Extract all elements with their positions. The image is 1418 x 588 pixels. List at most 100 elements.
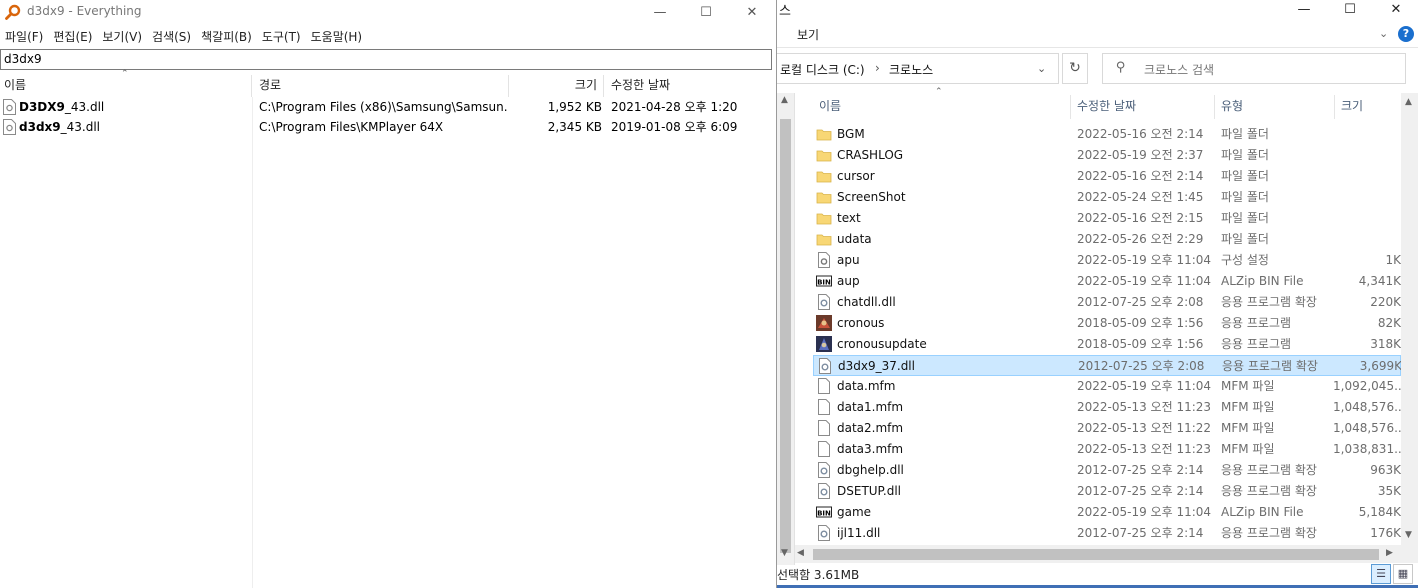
file-row[interactable]: data1.mfm 2022-05-13 오전 11:23 MFM 파일 1,048,… [813, 397, 1401, 418]
search-input[interactable]: d3dx9 [0, 49, 772, 70]
menu-bookmarks[interactable]: 책갈피(B) [196, 27, 257, 47]
vertical-scrollbar[interactable]: ▲ ▼ [1401, 93, 1418, 545]
everything-title-bar: d3dx9 - Everything — ☐ ✕ [0, 0, 776, 24]
file-row[interactable]: data.mfm 2022-05-19 오후 11:04 MFM 파일 1,092,0… [813, 376, 1401, 397]
file-row[interactable]: DSETUP.dll 2012-07-25 오후 2:14 응용 프로그램 확장 35… [813, 481, 1401, 502]
file-row[interactable]: ScreenShot 2022-05-24 오전 1:45 파일 폴더 [813, 187, 1401, 208]
file-row[interactable]: cronousupdate 2018-05-09 오후 1:56 응용 프로그램 31… [813, 334, 1401, 355]
horizontal-scroll-thumb[interactable] [813, 549, 1379, 560]
scroll-left-icon[interactable]: ◀ [797, 548, 804, 558]
menu-search[interactable]: 검색(S) [147, 27, 196, 47]
file-row[interactable]: dbghelp.dll 2012-07-25 오후 2:14 응용 프로그램 확장 9… [813, 460, 1401, 481]
file-date: 2022-05-24 오전 1:45 [1077, 190, 1204, 204]
file-type: 파일 폴더 [1221, 211, 1269, 225]
file-row[interactable]: text 2022-05-16 오전 2:15 파일 폴더 [813, 208, 1401, 229]
file-name: game [837, 505, 872, 519]
file-row[interactable]: udata 2022-05-26 오전 2:29 파일 폴더 [813, 229, 1401, 250]
dll-file-icon [816, 294, 832, 310]
file-row[interactable]: BGM 2022-05-16 오전 2:14 파일 폴더 [813, 124, 1401, 145]
help-icon[interactable]: ? [1398, 26, 1414, 42]
blank-file-icon [816, 420, 832, 436]
scroll-up-icon[interactable]: ▲ [1405, 97, 1412, 107]
window-title: d3dx9 - Everything [27, 4, 142, 18]
breadcrumb-folder[interactable]: 크로노스 [889, 61, 933, 78]
file-size: 1K [1385, 253, 1401, 267]
maximize-button[interactable]: ☐ [683, 0, 729, 24]
dll-file-icon [3, 99, 16, 115]
file-date: 2022-05-13 오전 11:23 [1077, 442, 1212, 456]
file-date: 2022-05-19 오후 11:04 [1077, 379, 1212, 393]
scroll-up-icon[interactable]: ▲ [781, 95, 788, 105]
menu-edit[interactable]: 편집(E) [48, 27, 97, 47]
file-date: 2022-05-16 오전 2:14 [1077, 169, 1204, 183]
file-row[interactable]: data3.mfm 2022-05-13 오전 11:23 MFM 파일 1,038,… [813, 439, 1401, 460]
menu-view[interactable]: 보기(V) [97, 27, 147, 47]
large-icons-view-icon[interactable]: ▦ [1393, 564, 1413, 584]
file-date: 2012-07-25 오후 2:14 [1077, 463, 1204, 477]
app-icon [816, 315, 832, 331]
file-row[interactable]: BIN game 2022-05-19 오후 11:04 ALZip BIN File… [813, 502, 1401, 523]
file-name: cronous [837, 316, 885, 330]
file-type: 파일 폴더 [1221, 232, 1269, 246]
scroll-down-icon[interactable]: ▼ [1405, 530, 1412, 540]
file-row-selected[interactable]: d3dx9_37.dll 2012-07-25 오후 2:08 응용 프로그램 확장… [813, 355, 1402, 376]
ribbon-tab-view[interactable]: 보기 [797, 26, 819, 43]
search-icon: ⚲ [1116, 60, 1126, 75]
menu-help[interactable]: 도움말(H) [306, 27, 368, 47]
svg-text:BIN: BIN [817, 509, 831, 517]
refresh-button[interactable]: ↻ [1062, 53, 1088, 84]
navigation-pane-scrollbar[interactable]: ▲ ▼ [777, 93, 795, 565]
file-row[interactable]: ijl11.dll 2012-07-25 오후 2:14 응용 프로그램 확장 176… [813, 523, 1401, 544]
result-row[interactable]: D3DX9_43.dll C:\Program Files (x86)\Sams… [0, 97, 776, 117]
file-type: ALZip BIN File [1221, 274, 1304, 288]
details-view-icon[interactable]: ☰ [1371, 564, 1391, 584]
blank-file-icon [816, 441, 832, 457]
file-row[interactable]: cursor 2022-05-16 오전 2:14 파일 폴더 [813, 166, 1401, 187]
minimize-button[interactable]: — [1281, 0, 1327, 18]
close-button[interactable]: ✕ [729, 0, 775, 24]
file-size: 318K [1370, 337, 1401, 351]
file-date: 2012-07-25 오후 2:14 [1077, 484, 1204, 498]
file-row[interactable]: chatdll.dll 2012-07-25 오후 2:08 응용 프로그램 확장 2… [813, 292, 1401, 313]
horizontal-scrollbar[interactable]: ◀ ▶ [795, 545, 1418, 563]
column-header-name[interactable]: 이름 [0, 75, 252, 97]
file-type: MFM 파일 [1221, 379, 1275, 393]
search-field[interactable]: ⚲ 크로노스 검색 [1102, 53, 1406, 84]
scroll-down-icon[interactable]: ▼ [781, 548, 788, 558]
file-date: 2018-05-09 오후 1:56 [1077, 337, 1204, 351]
column-header-name[interactable]: 이름 [813, 95, 1071, 119]
everything-app-icon [5, 4, 21, 20]
file-date: 2012-07-25 오후 2:14 [1077, 526, 1204, 540]
result-row[interactable]: d3dx9_43.dll C:\Program Files\KMPlayer 6… [0, 117, 776, 137]
menu-tools[interactable]: 도구(T) [257, 27, 306, 47]
ribbon-expand-chevron-icon[interactable]: ⌄ [1379, 27, 1388, 40]
column-header-date[interactable]: 수정한 날짜 [604, 75, 776, 97]
breadcrumb-chevron-icon[interactable]: › [875, 61, 880, 75]
file-name: chatdll.dll [837, 295, 896, 309]
menu-file[interactable]: 파일(F) [0, 27, 48, 47]
file-type: MFM 파일 [1221, 421, 1275, 435]
file-row[interactable]: cronous 2018-05-09 오후 1:56 응용 프로그램 82K [813, 313, 1401, 334]
scroll-thumb[interactable] [780, 119, 791, 553]
column-header-type[interactable]: 유형 [1215, 95, 1335, 119]
file-row[interactable]: data2.mfm 2022-05-13 오전 11:22 MFM 파일 1,048,… [813, 418, 1401, 439]
column-header-size[interactable]: 크기 [509, 75, 604, 97]
file-date: 2022-05-26 오전 2:29 [1077, 232, 1204, 246]
file-type: 구성 설정 [1221, 253, 1269, 267]
scroll-right-icon[interactable]: ▶ [1386, 548, 1393, 558]
file-row[interactable]: BIN aup 2022-05-19 오후 11:04 ALZip BIN File 4… [813, 271, 1401, 292]
address-dropdown-icon[interactable]: ⌄ [1037, 62, 1046, 75]
address-bar[interactable]: 로컬 디스크 (C:) › 크로노스 ⌄ [777, 53, 1059, 84]
column-header-date[interactable]: 수정한 날짜 [1071, 95, 1215, 119]
svg-text:BIN: BIN [817, 278, 831, 286]
file-row[interactable]: CRASHLOG 2022-05-19 오전 2:37 파일 폴더 [813, 145, 1401, 166]
column-header-size[interactable]: 크기 [1335, 95, 1401, 119]
column-header-path[interactable]: 경로 [252, 75, 509, 97]
file-size: 176K [1370, 526, 1401, 540]
file-row[interactable]: apu 2022-05-19 오후 11:04 구성 설정 1K [813, 250, 1401, 271]
maximize-button[interactable]: ☐ [1327, 0, 1373, 18]
close-button[interactable]: ✕ [1373, 0, 1418, 18]
minimize-button[interactable]: — [637, 0, 683, 24]
breadcrumb-drive[interactable]: 로컬 디스크 (C:) [780, 61, 865, 78]
file-date: 2012-07-25 오후 2:08 [1078, 359, 1205, 373]
